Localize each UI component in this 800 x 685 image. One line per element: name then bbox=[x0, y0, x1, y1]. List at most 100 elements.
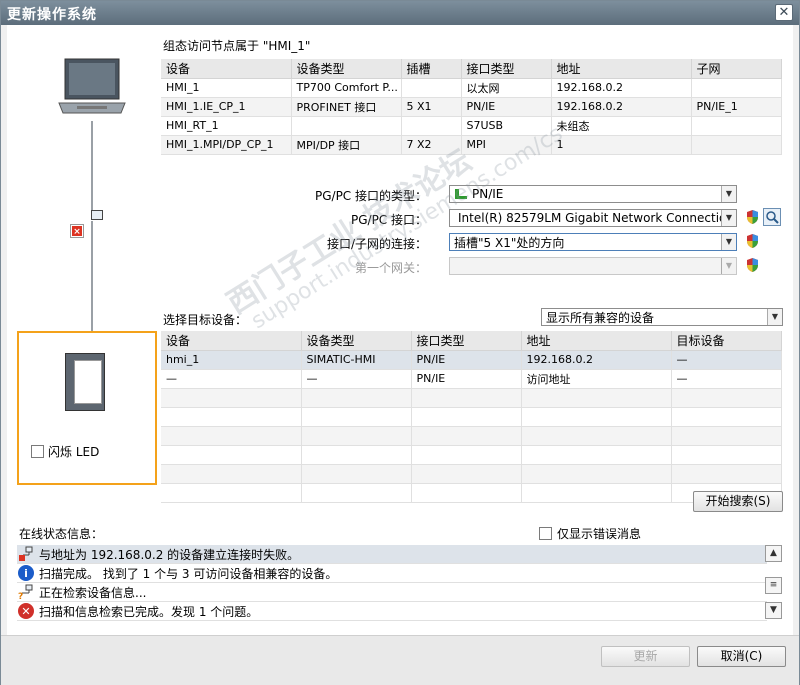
device-filter-value: 显示所有兼容的设备 bbox=[546, 310, 655, 325]
cell: TP700 Comfort P... bbox=[291, 78, 402, 98]
connection-value: 插槽"5 X1"处的方向 bbox=[454, 235, 565, 250]
svg-text:?: ? bbox=[18, 592, 23, 600]
target-device-label: 选择目标设备： bbox=[163, 313, 248, 327]
cell: MPI bbox=[461, 135, 552, 155]
shield-icon[interactable] bbox=[745, 257, 760, 273]
connection-select[interactable]: 插槽"5 X1"处的方向 ▼ bbox=[449, 233, 737, 251]
connection-line bbox=[91, 221, 93, 331]
cell: HMI_1.IE_CP_1 bbox=[161, 97, 292, 117]
flash-led-checkbox[interactable]: 闪烁 LED bbox=[31, 443, 99, 460]
status-message[interactable]: 与地址为 192.168.0.2 的设备建立连接时失败。 bbox=[17, 545, 767, 564]
column-header[interactable]: 插槽 bbox=[401, 59, 462, 79]
cell: S7USB bbox=[461, 116, 552, 136]
table-row: HMI_1 TP700 Comfort P... 以太网 192.168.0.2 bbox=[161, 78, 782, 98]
cell: PROFINET 接口 bbox=[291, 97, 402, 117]
update-button[interactable]: 更新 bbox=[601, 646, 690, 667]
chevron-down-icon[interactable]: ▼ bbox=[721, 258, 736, 274]
shield-icon[interactable] bbox=[745, 233, 760, 249]
scroll-down-button[interactable]: ▼ bbox=[765, 602, 782, 619]
column-header[interactable]: 设备 bbox=[161, 59, 292, 79]
window-title: 更新操作系统 bbox=[7, 7, 97, 23]
empty-row bbox=[161, 483, 782, 503]
cell: PN/IE bbox=[411, 369, 522, 389]
pgpc-type-value: PN/IE bbox=[472, 187, 504, 201]
cell: HMI_RT_1 bbox=[161, 116, 292, 136]
empty-row bbox=[161, 407, 782, 427]
errors-only-checkbox[interactable]: 仅显示错误消息 bbox=[539, 525, 641, 542]
chevron-down-icon[interactable]: ▼ bbox=[721, 210, 736, 226]
cell: PN/IE bbox=[411, 350, 522, 370]
errors-only-label: 仅显示错误消息 bbox=[557, 527, 642, 541]
status-message[interactable]: i 扫描完成。 找到了 1 个与 3 可访问设备相兼容的设备。 bbox=[17, 564, 767, 583]
checkbox-box[interactable] bbox=[31, 445, 44, 458]
cell: — bbox=[161, 369, 302, 389]
hmi-device-icon bbox=[65, 353, 105, 411]
cell: — bbox=[671, 350, 782, 370]
error-icon: ✕ bbox=[18, 603, 34, 619]
column-header[interactable]: 设备类型 bbox=[301, 331, 412, 351]
cancel-button[interactable]: 取消(C) bbox=[697, 646, 786, 667]
status-message[interactable]: ? 正在检索设备信息... bbox=[17, 583, 767, 602]
pgpc-interface-value: Intel(R) 82579LM Gigabit Network Connect… bbox=[458, 211, 721, 225]
chevron-down-icon[interactable]: ▼ bbox=[721, 234, 736, 250]
connection-error-icon bbox=[18, 546, 34, 562]
cell: HMI_1 bbox=[161, 78, 292, 98]
column-header[interactable]: 子网 bbox=[691, 59, 782, 79]
cell: — bbox=[671, 369, 782, 389]
table-row[interactable]: hmi_1 SIMATIC-HMI PN/IE 192.168.0.2 — bbox=[161, 350, 782, 370]
network-node-icon bbox=[91, 210, 103, 220]
status-text: 正在检索设备信息... bbox=[39, 585, 147, 600]
connection-error-icon: × bbox=[70, 224, 84, 238]
connection-line bbox=[91, 121, 93, 211]
status-text: 扫描和信息检索已完成。发现 1 个问题。 bbox=[39, 604, 259, 619]
laptop-icon bbox=[58, 58, 126, 114]
shield-icon[interactable] bbox=[745, 209, 760, 225]
column-header[interactable]: 地址 bbox=[551, 59, 692, 79]
table-row[interactable]: — — PN/IE 访问地址 — bbox=[161, 369, 782, 389]
column-header[interactable]: 接口类型 bbox=[461, 59, 552, 79]
scroll-list-button[interactable]: ≡ bbox=[765, 577, 782, 594]
status-message[interactable]: ✕ 扫描和信息检索已完成。发现 1 个问题。 bbox=[17, 602, 767, 621]
dialog-content: × 闪烁 LED 组态访问节点属于 "HMI_1" 设备 设备类型 插槽 接口类… bbox=[7, 25, 793, 635]
scroll-up-button[interactable]: ▲ bbox=[765, 545, 782, 562]
start-search-button[interactable]: 开始搜索(S) bbox=[693, 491, 783, 512]
cell: hmi_1 bbox=[161, 350, 302, 370]
access-node-table: 设备 设备类型 插槽 接口类型 地址 子网 HMI_1 TP700 Comfor… bbox=[161, 59, 782, 155]
status-text: 与地址为 192.168.0.2 的设备建立连接时失败。 bbox=[39, 547, 300, 562]
cell: 192.168.0.2 bbox=[551, 78, 692, 98]
column-header[interactable]: 地址 bbox=[521, 331, 672, 351]
gateway-label: 第一个网关： bbox=[354, 261, 427, 275]
access-node-label: 组态访问节点属于 "HMI_1" bbox=[163, 39, 311, 53]
cell bbox=[291, 116, 402, 136]
empty-row bbox=[161, 388, 782, 408]
checkbox-box[interactable] bbox=[539, 527, 552, 540]
column-header[interactable]: 设备 bbox=[161, 331, 302, 351]
table-row: HMI_1.IE_CP_1 PROFINET 接口 5 X1 PN/IE 192… bbox=[161, 97, 782, 117]
device-filter-select[interactable]: 显示所有兼容的设备 ▼ bbox=[541, 308, 783, 326]
online-status-label: 在线状态信息： bbox=[19, 527, 104, 541]
cell: MPI/DP 接口 bbox=[291, 135, 402, 155]
cell: 5 X1 bbox=[401, 97, 462, 117]
flash-led-label: 闪烁 LED bbox=[48, 445, 100, 459]
cell bbox=[401, 116, 462, 136]
magnifier-icon bbox=[766, 211, 779, 224]
title-bar: 更新操作系统 ✕ bbox=[1, 1, 799, 25]
properties-search-button[interactable] bbox=[763, 208, 781, 226]
empty-row bbox=[161, 445, 782, 465]
chevron-down-icon[interactable]: ▼ bbox=[721, 186, 736, 202]
cell bbox=[691, 78, 782, 98]
info-icon: i bbox=[18, 565, 34, 581]
column-header[interactable]: 接口类型 bbox=[411, 331, 522, 351]
table-row: HMI_1.MPI/DP_CP_1 MPI/DP 接口 7 X2 MPI 1 bbox=[161, 135, 782, 155]
pgpc-interface-select[interactable]: Intel(R) 82579LM Gigabit Network Connect… bbox=[449, 209, 737, 227]
cell: SIMATIC-HMI bbox=[301, 350, 412, 370]
column-header[interactable]: 设备类型 bbox=[291, 59, 402, 79]
pgpc-type-select[interactable]: PN/IE ▼ bbox=[449, 185, 737, 203]
watermark-text: 西门子工业 技术论坛 bbox=[221, 143, 478, 322]
chevron-down-icon[interactable]: ▼ bbox=[767, 309, 782, 325]
hmi-device-panel: 闪烁 LED bbox=[17, 331, 157, 485]
searching-icon: ? bbox=[18, 584, 34, 600]
close-button[interactable]: ✕ bbox=[775, 4, 793, 21]
column-header[interactable]: 目标设备 bbox=[671, 331, 782, 351]
gateway-select[interactable]: ▼ bbox=[449, 257, 737, 275]
